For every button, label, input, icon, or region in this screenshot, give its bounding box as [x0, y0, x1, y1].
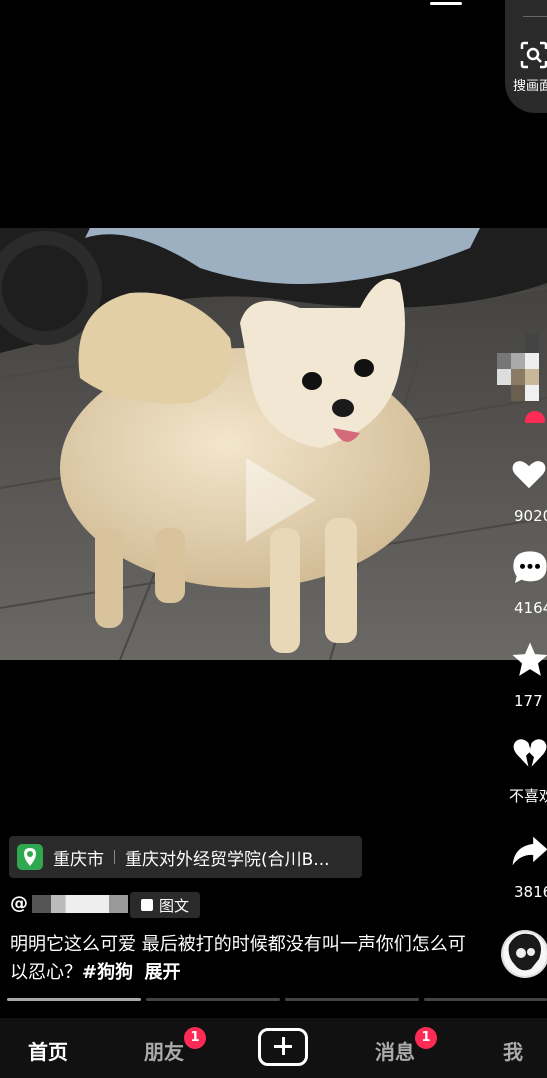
video-frame: [0, 228, 547, 660]
like-heart-icon[interactable]: [510, 455, 547, 493]
expand-link[interactable]: 展开: [145, 962, 181, 983]
nav-me[interactable]: 我: [503, 1036, 523, 1065]
top-indicator: [430, 2, 462, 5]
hashtag-link[interactable]: #狗狗: [82, 962, 133, 983]
search-pill-divider: [523, 16, 547, 17]
friends-badge: 1: [184, 1027, 206, 1049]
play-icon[interactable]: [246, 458, 316, 542]
creator-avatar[interactable]: [497, 333, 547, 423]
dislike-label: 不喜欢: [509, 787, 547, 805]
image-text-tag[interactable]: 图文: [130, 892, 200, 918]
location-tag[interactable]: 重庆市 重庆对外经贸学院(合川B...: [9, 836, 362, 878]
dislike-broken-heart-icon[interactable]: [510, 735, 547, 773]
image-text-icon: [140, 899, 153, 911]
bottom-nav: 首页 朋友 1 消息 1 我: [0, 1018, 547, 1078]
create-plus-button[interactable]: [258, 1028, 308, 1066]
share-arrow-icon[interactable]: [510, 832, 547, 870]
author-handle[interactable]: @: [10, 893, 128, 914]
share-count: 3816: [514, 883, 547, 901]
author-name-redacted: [32, 894, 128, 913]
description-text: 明明它这么可爱 最后被打的时候都没有叫一声你们怎么可以忍心？: [10, 934, 466, 983]
search-frame-button[interactable]: 搜画面: [505, 0, 547, 113]
nav-friends[interactable]: 朋友: [144, 1036, 184, 1065]
comment-count: 4164: [514, 599, 547, 617]
favorite-star-icon[interactable]: [510, 640, 547, 680]
progress-segment-3: [285, 998, 419, 1001]
search-frame-label: 搜画面: [513, 79, 547, 94]
comment-icon[interactable]: [510, 548, 547, 588]
nav-messages[interactable]: 消息: [375, 1036, 415, 1065]
like-count: 9020: [514, 507, 547, 525]
video-player[interactable]: [0, 228, 547, 660]
scan-search-icon: [520, 41, 547, 69]
location-place: 重庆对外经贸学院(合川B...: [125, 849, 330, 870]
favorite-count: 177: [514, 692, 543, 710]
progress-segment-4: [424, 998, 547, 1001]
nav-home[interactable]: 首页: [28, 1036, 68, 1065]
location-city: 重庆市: [53, 849, 104, 870]
location-pin-icon: [17, 844, 43, 870]
music-disc-avatar[interactable]: [501, 925, 547, 983]
progress-segment-1: [7, 998, 141, 1001]
image-text-label: 图文: [158, 896, 189, 915]
author-at-sign: @: [10, 893, 28, 914]
location-divider: [114, 850, 115, 864]
video-description: 明明它这么可爱 最后被打的时候都没有叫一声你们怎么可以忍心？#狗狗 展开: [10, 931, 470, 987]
messages-badge: 1: [415, 1027, 437, 1049]
progress-segment-2: [146, 998, 280, 1001]
